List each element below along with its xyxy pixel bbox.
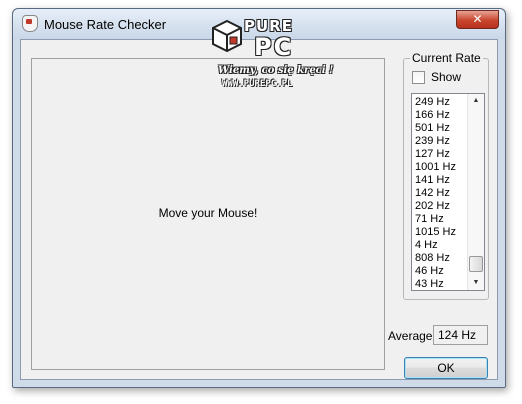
average-value-field: 124 Hz — [433, 325, 488, 345]
cube-icon — [212, 19, 242, 53]
rate-list[interactable]: 249 Hz 166 Hz 501 Hz 239 Hz 127 Hz 1001 … — [411, 93, 485, 291]
watermark-tagline: Wiemy, co się kręci ! — [218, 65, 334, 76]
list-item[interactable]: 71 Hz — [415, 213, 456, 226]
mouse-prompt-text: Move your Mouse! — [158, 206, 258, 220]
current-rate-group: Current Rate Show 249 Hz 166 Hz 501 Hz 2… — [403, 51, 489, 300]
scroll-down-arrow-icon[interactable]: ▼ — [468, 276, 484, 290]
list-item[interactable]: 142 Hz — [415, 187, 456, 200]
list-scrollbar[interactable]: ▲ ▼ — [467, 94, 484, 290]
list-item[interactable]: 249 Hz — [415, 96, 456, 109]
scroll-thumb[interactable] — [469, 256, 483, 272]
show-checkbox-label[interactable]: Show — [431, 70, 461, 84]
list-item[interactable]: 239 Hz — [415, 135, 456, 148]
current-rate-title: Current Rate — [410, 51, 483, 65]
watermark-brand-bottom: PC — [254, 33, 294, 61]
list-item[interactable]: 46 Hz — [415, 265, 456, 278]
purepc-watermark-logo: PURE PC Wiemy, co się kręci ! WWW.PUREPC… — [210, 15, 333, 95]
list-item[interactable]: 43 Hz — [415, 278, 456, 290]
ok-button[interactable]: OK — [404, 357, 488, 379]
list-item[interactable]: 1015 Hz — [415, 226, 456, 239]
window-title: Mouse Rate Checker — [44, 17, 167, 32]
watermark-url: WWW.PUREPC.PL — [222, 79, 293, 89]
mouse-test-area[interactable]: Move your Mouse! — [31, 58, 385, 370]
list-item[interactable]: 141 Hz — [415, 174, 456, 187]
list-item[interactable]: 808 Hz — [415, 252, 456, 265]
list-item[interactable]: 166 Hz — [415, 109, 456, 122]
list-item[interactable]: 1001 Hz — [415, 161, 456, 174]
close-button[interactable]: ✕ — [456, 10, 499, 29]
list-item[interactable]: 127 Hz — [415, 148, 456, 161]
app-icon[interactable] — [22, 15, 38, 32]
show-checkbox[interactable] — [412, 71, 425, 84]
app-window: Mouse Rate Checker ✕ Move your Mouse! Cu… — [12, 8, 506, 388]
average-label: Average — [388, 329, 433, 343]
scroll-up-arrow-icon[interactable]: ▲ — [468, 94, 484, 108]
list-item[interactable]: 202 Hz — [415, 200, 456, 213]
list-item[interactable]: 501 Hz — [415, 122, 456, 135]
list-item[interactable]: 4 Hz — [415, 239, 456, 252]
rate-list-items: 249 Hz 166 Hz 501 Hz 239 Hz 127 Hz 1001 … — [415, 96, 456, 290]
